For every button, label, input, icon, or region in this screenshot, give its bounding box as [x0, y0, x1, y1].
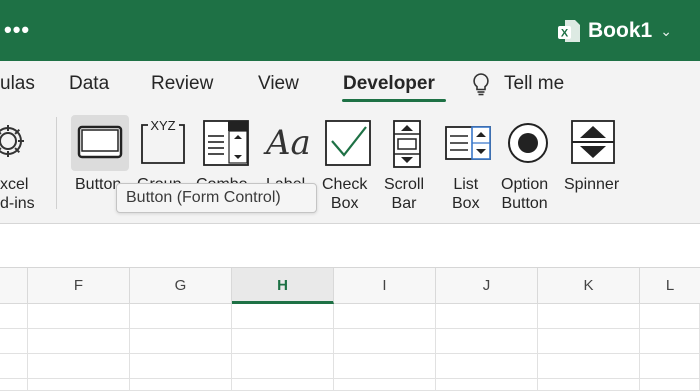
active-tab-indicator — [342, 99, 446, 102]
grid-cell[interactable] — [538, 354, 640, 379]
grid-cell[interactable] — [28, 379, 130, 391]
grid-cell[interactable] — [232, 304, 334, 329]
grid-cell[interactable] — [130, 379, 232, 391]
button-control-icon — [77, 124, 123, 165]
excel-file-icon: X — [556, 18, 582, 44]
column-header-f[interactable]: F — [28, 268, 130, 304]
tab-data[interactable]: Data — [69, 73, 109, 95]
grid-cell[interactable] — [232, 354, 334, 379]
tab-view[interactable]: View — [258, 73, 299, 95]
gear-icon — [0, 119, 30, 168]
ribbon-divider — [56, 117, 57, 209]
tab-formulas[interactable]: ulas — [0, 73, 35, 95]
grid-cell[interactable] — [28, 304, 130, 329]
list-box-label: List Box — [452, 176, 480, 212]
label-icon: Aa — [266, 123, 311, 163]
grid-cell[interactable] — [28, 354, 130, 379]
option-button-icon — [506, 121, 550, 170]
grid-cell[interactable] — [130, 329, 232, 354]
grid-cell[interactable] — [538, 329, 640, 354]
svg-text:X: X — [561, 28, 569, 40]
lightbulb-icon[interactable] — [470, 72, 492, 96]
grid-cell[interactable] — [436, 379, 538, 391]
check-box-label: Check Box — [322, 176, 368, 212]
group-box-icon: XYZ — [139, 117, 187, 170]
grid-cell[interactable] — [436, 304, 538, 329]
spreadsheet-grid: F G H I J K L — [0, 268, 700, 391]
workbook-name: Book1 — [588, 19, 653, 42]
column-header-h[interactable]: H — [232, 268, 334, 304]
scroll-bar-label: Scroll Bar — [384, 176, 425, 212]
grid-cell[interactable] — [232, 379, 334, 391]
option-button-label: Option Button — [501, 176, 549, 212]
chevron-down-icon[interactable]: ⌄ — [660, 23, 672, 40]
grid-cell[interactable] — [130, 304, 232, 329]
grid-cell[interactable] — [0, 379, 28, 391]
check-box-control[interactable]: Check Box — [322, 105, 374, 224]
scroll-bar-control[interactable]: Scroll Bar — [382, 105, 432, 224]
grid-cell[interactable] — [640, 354, 700, 379]
grid-cell[interactable] — [538, 304, 640, 329]
excel-addins-button[interactable]: xcel d-ins — [0, 105, 50, 224]
grid-cell[interactable] — [436, 329, 538, 354]
column-header-partial[interactable] — [0, 268, 28, 304]
tab-review[interactable]: Review — [151, 73, 213, 95]
grid-cell[interactable] — [334, 379, 436, 391]
scroll-bar-icon — [392, 119, 422, 174]
svg-text:XYZ: XYZ — [150, 118, 175, 133]
option-button-control[interactable]: Option Button — [501, 105, 557, 224]
list-box-icon — [444, 125, 492, 166]
spinner-control[interactable]: Spinner — [564, 105, 628, 224]
addins-label: xcel d-ins — [0, 176, 35, 212]
column-header-i[interactable]: I — [334, 268, 436, 304]
more-options-icon[interactable]: ••• — [4, 19, 30, 41]
tell-me-search[interactable]: Tell me — [504, 73, 564, 95]
formula-bar-area[interactable] — [0, 225, 700, 268]
grid-cell[interactable] — [640, 329, 700, 354]
column-header-l[interactable]: L — [640, 268, 700, 304]
grid-cell[interactable] — [334, 329, 436, 354]
grid-cell[interactable] — [334, 354, 436, 379]
column-header-j[interactable]: J — [436, 268, 538, 304]
spinner-label: Spinner — [564, 176, 620, 193]
grid-cell[interactable] — [640, 379, 700, 391]
ribbon-panel: xcel d-ins Button XYZ Group — [0, 105, 700, 224]
workbook-title[interactable]: X Book1 ⌄ — [556, 18, 672, 44]
grid-cell[interactable] — [0, 304, 28, 329]
grid-cell[interactable] — [640, 304, 700, 329]
list-box-control[interactable]: List Box — [444, 105, 494, 224]
tab-developer[interactable]: Developer — [343, 73, 435, 95]
grid-cell[interactable] — [232, 329, 334, 354]
check-box-icon — [324, 119, 372, 172]
ribbon-tabs: ulas Data Review View Developer Tell me — [0, 61, 700, 105]
grid-cell[interactable] — [28, 329, 130, 354]
grid-cell[interactable] — [436, 354, 538, 379]
title-bar: ••• X Book1 ⌄ — [0, 0, 700, 61]
combo-box-icon — [202, 119, 250, 172]
button-tooltip: Button (Form Control) — [116, 183, 317, 213]
grid-cell[interactable] — [334, 304, 436, 329]
grid-cell[interactable] — [130, 354, 232, 379]
grid-cell[interactable] — [538, 379, 640, 391]
spinner-icon — [570, 119, 616, 170]
button-label: Button — [75, 176, 122, 193]
column-header-k[interactable]: K — [538, 268, 640, 304]
column-header-g[interactable]: G — [130, 268, 232, 304]
grid-cell[interactable] — [0, 354, 28, 379]
grid-cell[interactable] — [0, 329, 28, 354]
